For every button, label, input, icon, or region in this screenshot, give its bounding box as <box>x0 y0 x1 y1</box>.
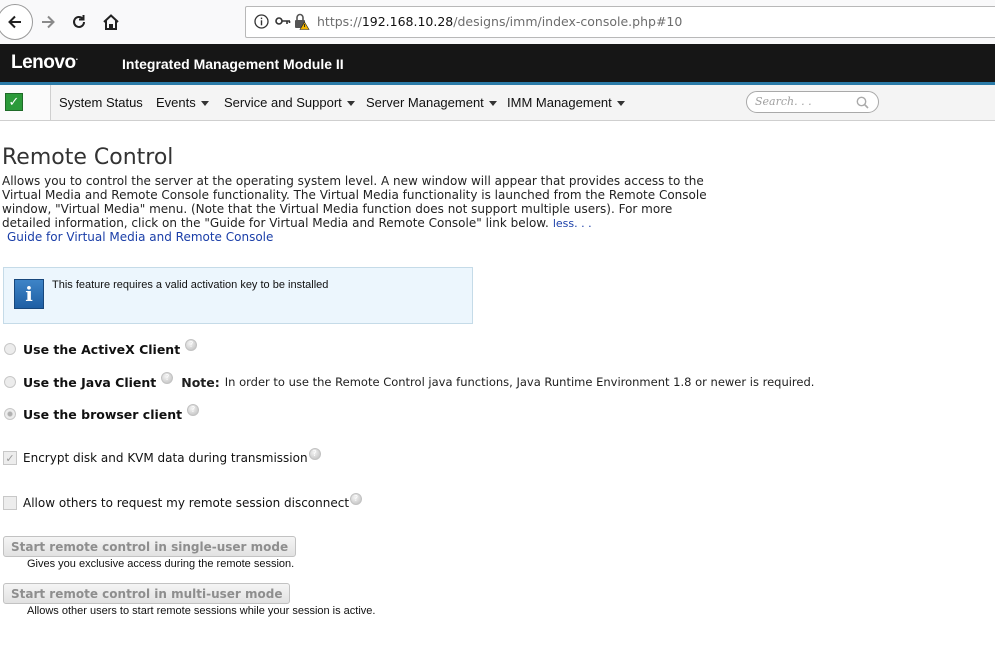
java-note-label: Note: <box>181 374 220 390</box>
page-title: Remote Control <box>2 145 174 170</box>
search-input[interactable] <box>755 95 850 108</box>
info-message-box: i This feature requires a valid activati… <box>3 267 473 324</box>
help-icon[interactable]: ? <box>161 372 174 384</box>
key-icon[interactable] <box>275 16 291 26</box>
allow-disconnect-checkbox[interactable] <box>3 496 17 510</box>
browser-toolbar: https://192.168.10.28/designs/imm/index-… <box>0 0 995 45</box>
encrypt-checkbox[interactable]: ✓ <box>3 451 17 465</box>
caret-down-icon <box>616 101 625 107</box>
caret-down-icon <box>346 101 355 107</box>
single-user-mode-button[interactable]: Start remote control in single-user mode <box>3 536 297 557</box>
browser-client-label: Use the browser client <box>23 406 183 422</box>
menu-label: IMM Management <box>507 95 612 110</box>
activex-client-option: Use the ActiveX Client ? <box>4 339 198 358</box>
search-box <box>746 91 879 113</box>
status-ok-check-icon: ✓ <box>5 93 23 111</box>
address-bar[interactable]: https://192.168.10.28/designs/imm/index-… <box>245 6 995 38</box>
java-note-text: In order to use the Remote Control java … <box>224 375 815 389</box>
url-prefix: https:// <box>317 14 362 29</box>
description-text: Allows you to control the server at the … <box>2 174 707 230</box>
menu-server-management[interactable]: Server Management <box>366 95 497 110</box>
java-client-radio[interactable] <box>4 376 16 388</box>
less-link[interactable]: less. . . <box>553 217 592 230</box>
menu-events[interactable]: Events <box>156 95 209 110</box>
forward-arrow-icon <box>42 15 55 29</box>
allow-disconnect-label: Allow others to request my remote sessio… <box>23 496 350 510</box>
multi-user-mode-description: Allows other users to start remote sessi… <box>27 605 376 617</box>
info-icon[interactable] <box>254 14 269 29</box>
menu-label: Events <box>156 95 196 110</box>
caret-down-icon <box>200 101 209 107</box>
page-description: Allows you to control the server at the … <box>2 174 707 231</box>
back-arrow-icon <box>8 15 21 29</box>
menu-imm-management[interactable]: IMM Management <box>507 95 625 110</box>
menu-label: System Status <box>59 95 143 110</box>
url-host: 192.168.10.28 <box>361 14 454 29</box>
encrypt-label: Encrypt disk and KVM data during transmi… <box>23 451 308 465</box>
menu-service-and-support[interactable]: Service and Support <box>224 95 355 110</box>
home-icon <box>103 14 119 30</box>
encrypt-option: ✓ Encrypt disk and KVM data during trans… <box>3 448 321 467</box>
menu-label: Service and Support <box>224 95 342 110</box>
help-icon[interactable]: ? <box>350 493 363 505</box>
multi-user-mode-button[interactable]: Start remote control in multi-user mode <box>3 583 291 604</box>
activex-client-label: Use the ActiveX Client <box>23 341 181 357</box>
url-text[interactable]: https://192.168.10.28/designs/imm/index-… <box>317 14 682 29</box>
forward-button[interactable] <box>33 7 63 37</box>
back-button[interactable] <box>0 4 33 40</box>
search-icon[interactable] <box>856 96 869 109</box>
brand-name: Lenovo <box>11 52 76 73</box>
help-icon[interactable]: ? <box>308 448 321 460</box>
allow-disconnect-option: Allow others to request my remote sessio… <box>3 493 363 512</box>
activex-client-radio[interactable] <box>4 343 16 355</box>
info-message-text: This feature requires a valid activation… <box>52 279 329 291</box>
help-icon[interactable]: ? <box>187 404 200 416</box>
reload-icon <box>73 15 85 28</box>
single-user-mode-description: Gives you exclusive access during the re… <box>27 558 295 570</box>
system-status-indicator[interactable]: ✓ <box>0 85 51 120</box>
caret-down-icon <box>488 101 497 107</box>
guide-link[interactable]: Guide for Virtual Media and Remote Conso… <box>7 230 273 244</box>
help-icon[interactable]: ? <box>185 339 198 351</box>
app-title: Integrated Management Module II <box>122 56 344 72</box>
lock-warning-icon[interactable] <box>294 13 310 30</box>
browser-client-option: Use the browser client ? <box>4 404 200 423</box>
java-client-option: Use the Java Client ? Note: In order to … <box>4 372 815 391</box>
java-client-label: Use the Java Client <box>23 374 157 390</box>
menu-system-status[interactable]: System Status <box>59 95 143 110</box>
reload-button[interactable] <box>64 7 94 37</box>
brand-mark: . <box>75 52 79 62</box>
information-icon: i <box>14 279 44 309</box>
lenovo-logo: Lenovo. <box>11 52 78 74</box>
main-menu-bar: ✓ System Status Events Service and Suppo… <box>0 85 995 121</box>
app-header: Lenovo. Integrated Management Module II <box>0 44 995 85</box>
menu-label: Server Management <box>366 95 484 110</box>
browser-client-radio[interactable] <box>4 408 16 420</box>
home-button[interactable] <box>96 7 126 37</box>
url-path: /designs/imm/index-console.php#10 <box>453 14 683 29</box>
